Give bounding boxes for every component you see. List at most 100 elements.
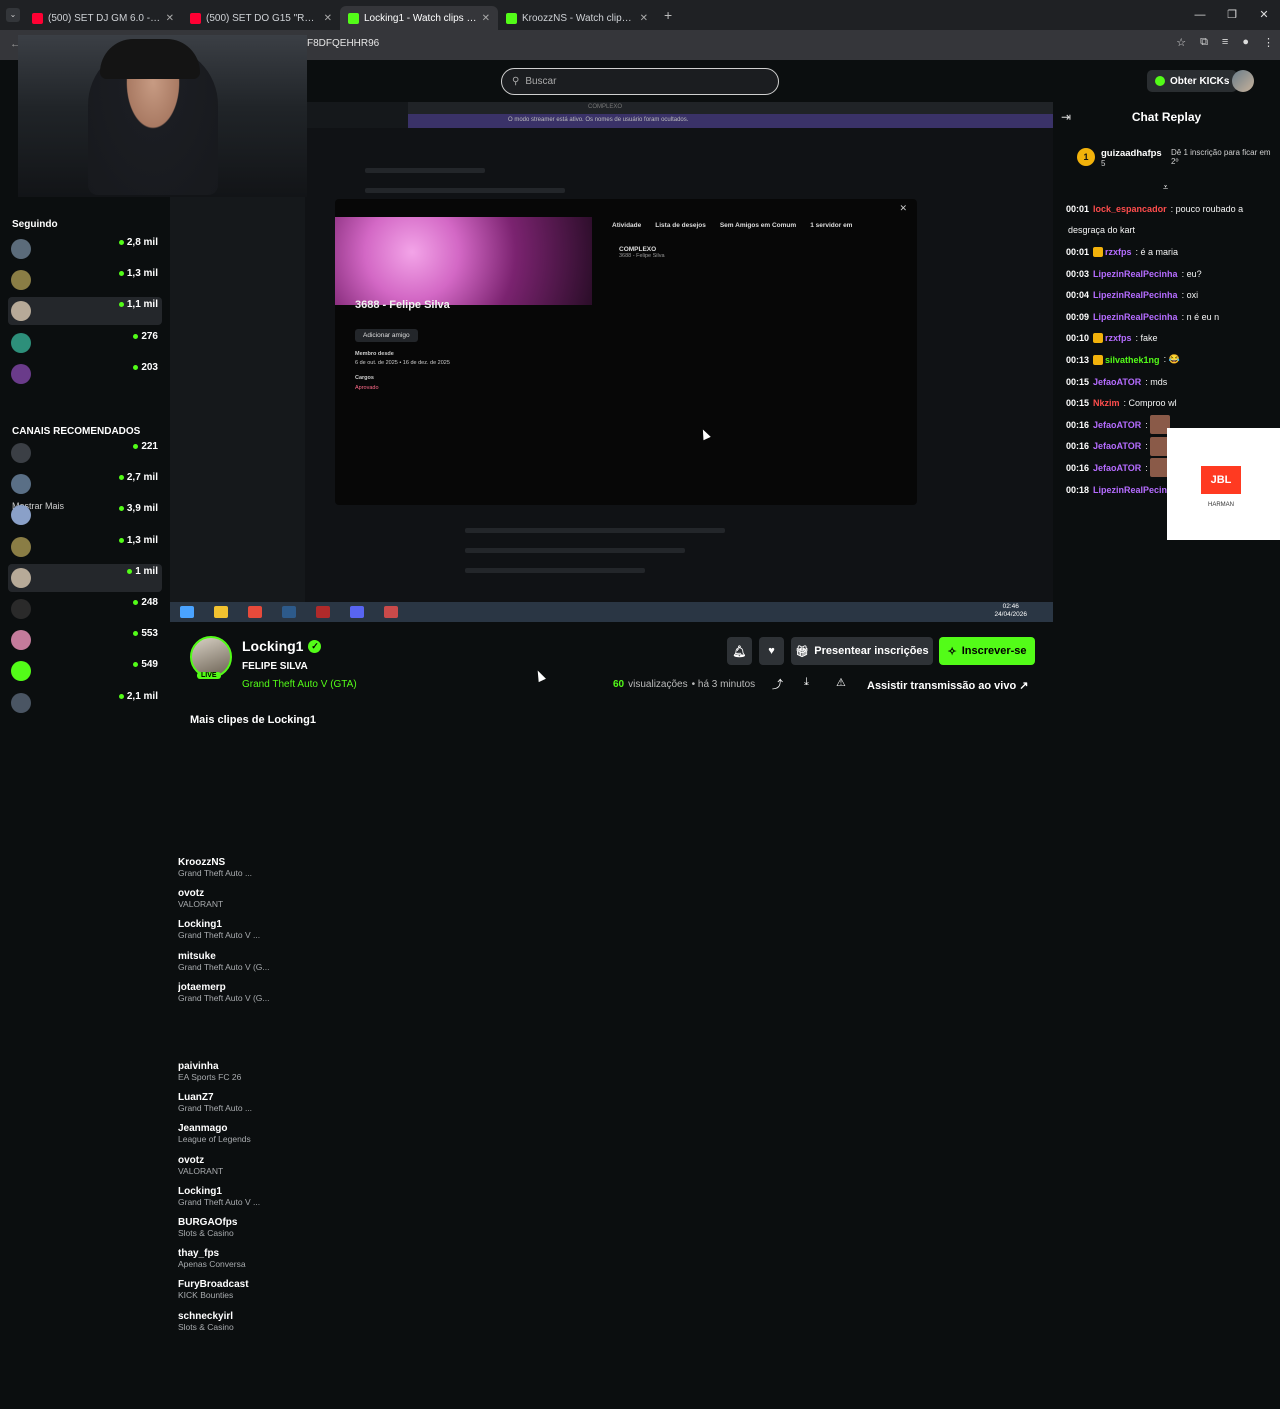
chat-username[interactable]: LipezinRealPecinha — [1093, 269, 1178, 279]
subscribe-button[interactable]: ✧ Inscrever-se — [939, 637, 1035, 665]
channel-name: BURGAOfps — [178, 1217, 238, 1228]
game-category-link[interactable]: Grand Theft Auto V (GTA) — [242, 679, 357, 690]
menu-icon[interactable]: ⋮ — [1263, 36, 1274, 49]
role-badge: Aprovado — [355, 385, 379, 391]
chat-username[interactable]: JefaoATOR — [1093, 463, 1141, 473]
live-dot-icon — [118, 302, 124, 308]
viewer-count-value: 248 — [141, 597, 158, 608]
new-tab-button[interactable]: + — [664, 7, 672, 23]
viewer-count-value: 1 mil — [135, 565, 158, 577]
mutual-server: COMPLEXO 3688 - Felipe Silva — [619, 246, 665, 259]
chat-username[interactable]: Nkzim — [1093, 398, 1120, 408]
live-dot-icon — [118, 240, 124, 245]
chat-username[interactable]: JefaoATOR — [1093, 441, 1141, 451]
search-input[interactable]: ⚲ Buscar — [501, 68, 779, 95]
channel-name: FuryBroadcast — [178, 1279, 249, 1291]
get-kicks-button[interactable]: Obter KICKs — [1147, 70, 1238, 92]
message-text: : pouco roubado a — [1170, 203, 1244, 214]
follow-button[interactable]: ♥ — [759, 637, 784, 665]
bell-icon: 🔔︎ — [732, 645, 747, 658]
profile-popup: ✕ 3688 - Felipe Silva Adicionar amigo Me… — [335, 199, 917, 505]
taskbar-clock: 02:46 24/04/2026 — [994, 603, 1027, 619]
tab-favicon-icon — [506, 12, 517, 24]
sidebar-channel[interactable]: schneckyirl Slots & Casino 2,1 mil — [8, 689, 1061, 1409]
media-icon[interactable]: ≡ — [1222, 36, 1228, 49]
viewer-count-value: 2,8 mil — [126, 237, 158, 248]
chat-filter-icon[interactable]: ⩡ — [1163, 182, 1168, 193]
browser-tab[interactable]: Locking1 - Watch clips on K ✕ — [340, 6, 498, 30]
chat-username[interactable]: rzxfps — [1105, 333, 1132, 343]
jbl-logo: JBL — [1201, 466, 1241, 494]
recommended-heading: CANAIS RECOMENDADOS — [12, 426, 141, 437]
sidebar-channel[interactable]: mitsuke Grand Theft Auto V (G... 276 — [8, 329, 1061, 1049]
url-text[interactable]: F8DFQEHHR96 — [307, 38, 379, 49]
report-icon[interactable]: ⚠ — [836, 676, 846, 689]
sidebar-channel[interactable]: FuryBroadcast KICK Bounties 549 — [8, 657, 1061, 1378]
steam-icon — [282, 606, 296, 618]
chat-username[interactable]: LipezinRealPecinh — [1093, 485, 1173, 495]
sidebar-channel[interactable]: LuanZ7 Grand Theft Auto ... 2,7 mil — [8, 470, 1061, 1191]
browser-tab[interactable]: KroozzNS - Watch clips on Kick ✕ — [498, 6, 656, 30]
channel-name: ovotz — [178, 888, 205, 900]
tab-title: KroozzNS - Watch clips on Kick — [522, 12, 635, 24]
chat-username[interactable]: rzxfps — [1105, 247, 1132, 257]
live-dot-icon — [133, 444, 139, 449]
user-avatar[interactable] — [1232, 70, 1254, 92]
streamer-name[interactable]: Locking1 — [242, 638, 303, 654]
restore-icon[interactable]: ❐ — [1216, 0, 1248, 30]
sidebar-channel[interactable]: Locking1 Grand Theft Auto V ... 1 mil — [8, 563, 1061, 1284]
advertisement[interactable]: JBL HARMAN — [1167, 428, 1280, 540]
message-timestamp: 00:09 — [1066, 311, 1090, 322]
sidebar-channel[interactable]: Jeanmago League of Legends 3,9 mil — [8, 501, 1061, 1222]
chat-username[interactable]: LipezinRealPecinha — [1093, 312, 1178, 322]
bookmark-star-icon[interactable]: ☆ — [1176, 36, 1186, 49]
sidebar-channel[interactable]: jotaemerp Grand Theft Auto V (G... 203 — [8, 360, 1061, 1080]
chat-username[interactable]: lock_espancador — [1093, 204, 1167, 214]
sidebar-channel[interactable]: Locking1 Grand Theft Auto V ... 1,1 mil — [8, 297, 1061, 1018]
watch-live-link[interactable]: Assistir transmissão ao vivo ↗ — [867, 679, 1028, 692]
profile-tab[interactable]: 1 servidor em — [810, 222, 852, 229]
channel-avatar — [11, 599, 31, 619]
profile-icon[interactable]: ● — [1242, 36, 1249, 49]
browser-tab[interactable]: (500) SET DJ GM 6.0 - Grego, Pe ✕ — [24, 6, 182, 30]
share-icon[interactable]: ⤴ — [772, 676, 783, 692]
tab-search-button[interactable]: ⌄ — [6, 8, 20, 22]
close-tab-icon[interactable]: ✕ — [640, 13, 648, 24]
download-icon[interactable]: ⤓ — [804, 676, 809, 689]
close-tab-icon[interactable]: ✕ — [166, 13, 174, 24]
gift-subs-label: Presentear inscrições — [814, 645, 929, 657]
message-timestamp: 00:15 — [1066, 376, 1090, 387]
close-tab-icon[interactable]: ✕ — [324, 13, 332, 24]
close-icon[interactable]: ✕ — [899, 203, 907, 214]
notification-bell-button[interactable]: 🔔︎ — [727, 637, 752, 665]
live-badge: LIVE — [197, 672, 221, 679]
time-ago: • há 3 minutos — [691, 679, 756, 690]
message-text: : eu? — [1181, 268, 1202, 279]
sidebar-channel[interactable]: paivinha EA Sports FC 26 221 — [8, 439, 1061, 1159]
message-text: : mds — [1145, 376, 1168, 387]
sidebar-channel[interactable]: ovotz VALORANT 1,3 mil — [8, 533, 1061, 1253]
add-friend-button[interactable]: Adicionar amigo — [355, 329, 418, 342]
chat-message: 00:10 rzxfps: fake — [1066, 328, 1276, 350]
sidebar-channel[interactable]: KroozzNS Grand Theft Auto ... 2,8 mil — [8, 235, 1061, 955]
viewer-count: 221 — [133, 441, 158, 452]
sidebar-channel[interactable]: ovotz VALORANT 1,3 mil — [8, 266, 1061, 987]
close-window-icon[interactable]: ✕ — [1248, 0, 1280, 30]
viewer-count: 2,7 mil — [118, 472, 158, 483]
chat-username[interactable]: JefaoATOR — [1093, 420, 1141, 430]
profile-tab[interactable]: Sem Amigos em Comum — [720, 222, 796, 229]
sidebar-channel[interactable]: BURGAOfps Slots & Casino 248 — [8, 595, 1061, 1315]
tab-title: Locking1 - Watch clips on K — [364, 12, 477, 24]
chat-username[interactable]: LipezinRealPecinha — [1093, 290, 1178, 300]
sidebar-channel[interactable]: thay_fps Apenas Conversa 553 — [8, 626, 1061, 1347]
profile-tab[interactable]: Atividade — [612, 222, 641, 229]
profile-tab[interactable]: Lista de desejos — [655, 222, 706, 229]
minimize-icon[interactable]: — — [1184, 0, 1216, 30]
gift-subs-button[interactable]: 🎁︎ Presentear inscrições — [791, 637, 933, 665]
windows-taskbar: 02:46 24/04/2026 — [170, 602, 1053, 622]
chat-username[interactable]: JefaoATOR — [1093, 377, 1141, 387]
browser-tab[interactable]: (500) SET DO G15 "Revoada Co ✕ — [182, 6, 340, 30]
extensions-icon[interactable]: ⧉ — [1200, 36, 1208, 49]
close-tab-icon[interactable]: ✕ — [482, 13, 490, 24]
chat-username[interactable]: silvathek1ng — [1105, 355, 1160, 365]
